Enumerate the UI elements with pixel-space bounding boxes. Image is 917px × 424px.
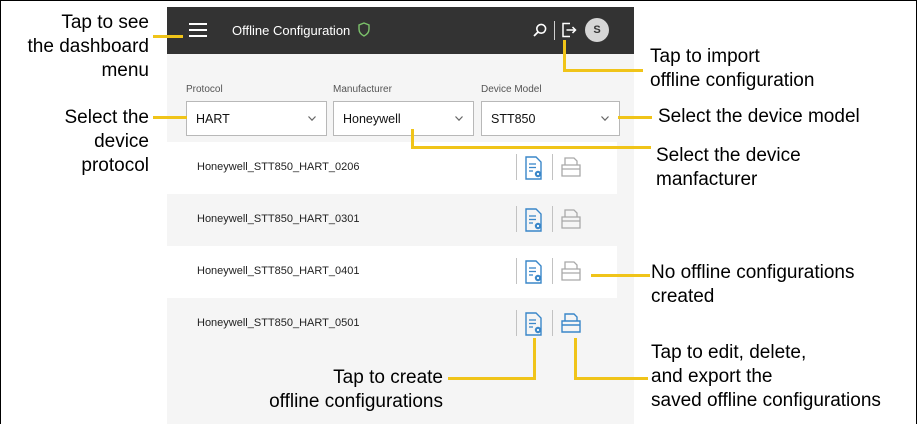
row-divider [516, 154, 517, 180]
protocol-value: HART [196, 112, 230, 126]
row-divider [552, 206, 553, 232]
saved-config-folder-icon[interactable] [560, 156, 582, 178]
manufacturer-label: Manufacturer [333, 84, 392, 95]
annotation-line: Tap to see [61, 12, 149, 33]
leader-none [591, 274, 650, 277]
avatar[interactable]: S [585, 18, 609, 42]
create-config-icon[interactable] [524, 312, 544, 336]
annotation-model: Select the device model [658, 105, 860, 129]
row-divider [552, 310, 553, 336]
annotation-line: Tap to edit, delete, [651, 342, 807, 363]
leader-protocol [153, 116, 187, 119]
leader-import-v [563, 40, 566, 72]
protocol-label: Protocol [186, 84, 223, 95]
annotation-line: Select the device model [658, 106, 860, 127]
config-row[interactable]: Honeywell_STT850_HART_0301 [167, 194, 617, 246]
leader-menu [153, 35, 183, 38]
row-label: Honeywell_STT850_HART_0301 [197, 213, 360, 225]
annotation-line: Tap to create [333, 367, 443, 388]
create-config-icon[interactable] [524, 208, 544, 232]
row-divider [516, 310, 517, 336]
chevron-down-icon [308, 116, 316, 121]
annotation-line: the dashboard [27, 36, 150, 57]
config-row[interactable]: Honeywell_STT850_HART_0501 [167, 298, 617, 350]
leader-import-h [563, 69, 643, 72]
annotation-line: No offline configurations [651, 262, 855, 283]
annotation-line: manfacturer [656, 169, 758, 190]
annotation-line: offline configurations [269, 391, 443, 412]
chevron-down-icon [601, 116, 609, 121]
device-model-select[interactable]: STT850 [481, 101, 620, 136]
saved-config-folder-icon[interactable] [560, 260, 582, 282]
leader-create-v [533, 338, 536, 380]
toolbar-divider [554, 21, 555, 40]
page-title: Offline Configuration [232, 23, 351, 38]
leader-edit-v [574, 338, 577, 380]
row-label: Honeywell_STT850_HART_0206 [197, 161, 360, 173]
annotation-create: Tap to create offline configurations [269, 366, 443, 414]
saved-config-folder-icon[interactable] [560, 312, 582, 334]
config-row[interactable]: Honeywell_STT850_HART_0401 [167, 246, 617, 298]
annotation-edit: Tap to edit, delete, and export the save… [651, 341, 881, 413]
annotation-line: and export the [651, 366, 773, 387]
config-row[interactable]: Honeywell_STT850_HART_0206 [167, 142, 617, 194]
frame-left [0, 0, 1, 424]
annotation-line: Select the [64, 107, 150, 128]
leader-edit-h [574, 377, 648, 380]
hamburger-icon[interactable] [189, 23, 207, 37]
saved-config-folder-icon[interactable] [560, 208, 582, 230]
row-label: Honeywell_STT850_HART_0501 [197, 317, 360, 329]
annotation-line: saved offline configurations [651, 390, 881, 411]
manufacturer-value: Honeywell [343, 112, 401, 126]
annotation-protocol: Select the device protocol [65, 106, 150, 178]
annotation-line: Tap to import [650, 46, 760, 67]
annotation-line: created [651, 286, 715, 307]
annotation-line: offline configuration [650, 70, 815, 91]
annotation-no-configs: No offline configurations created [651, 261, 855, 309]
device-model-value: STT850 [491, 112, 536, 126]
create-config-icon[interactable] [524, 156, 544, 180]
leader-create-h [448, 377, 536, 380]
frame-top [0, 0, 917, 1]
annotation-manufacturer: Select the device manfacturer [656, 144, 801, 192]
annotation-menu: Tap to see the dashboard menu [28, 11, 150, 83]
annotation-line: device [94, 131, 149, 152]
row-divider [552, 154, 553, 180]
shield-icon [358, 22, 370, 37]
import-icon[interactable] [561, 22, 577, 38]
leader-manufacturer-h [411, 146, 651, 149]
row-divider [516, 258, 517, 284]
leader-model [618, 116, 652, 119]
row-label: Honeywell_STT850_HART_0401 [197, 265, 360, 277]
search-icon[interactable] [533, 23, 547, 37]
row-divider [552, 258, 553, 284]
protocol-select[interactable]: HART [186, 101, 327, 136]
row-divider [516, 206, 517, 232]
device-model-label: Device Model [481, 84, 542, 95]
manufacturer-select[interactable]: Honeywell [333, 101, 474, 136]
annotation-line: protocol [81, 155, 149, 176]
annotation-line: Select the device [656, 145, 801, 166]
create-config-icon[interactable] [524, 260, 544, 284]
annotation-line: menu [101, 60, 149, 81]
annotation-import: Tap to import offline configuration [650, 45, 814, 93]
chevron-down-icon [455, 116, 463, 121]
